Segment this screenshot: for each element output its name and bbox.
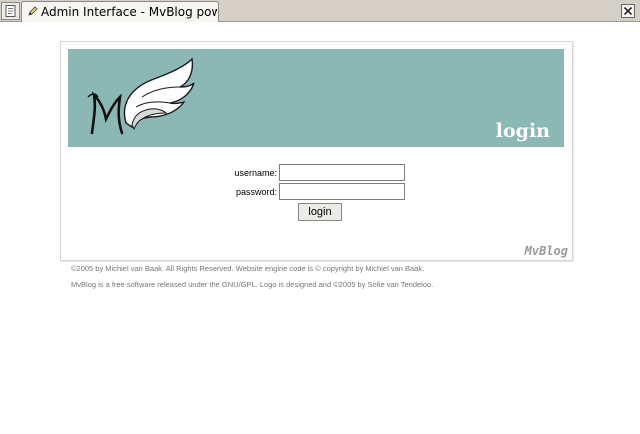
pencil-icon (28, 6, 38, 16)
username-label: username: (234, 168, 277, 178)
username-field[interactable] (279, 164, 405, 181)
login-button[interactable]: login (298, 203, 342, 221)
close-tab-button[interactable] (621, 4, 635, 18)
page-list-icon (5, 5, 16, 17)
mvblog-wing-logo (87, 57, 195, 135)
copyright-text: ©2005 by Michiel van Baak. All Rights Re… (71, 264, 425, 273)
tab-list-button[interactable] (1, 2, 20, 20)
brand-watermark: MvBlog (524, 244, 568, 258)
tab-admin-interface[interactable]: Admin Interface - MvBlog pow... (21, 1, 219, 22)
header-banner: login (68, 49, 564, 147)
page-title: login (495, 120, 550, 142)
close-x-icon (624, 7, 632, 15)
license-text: MvBlog is a free software released under… (71, 280, 434, 289)
password-field[interactable] (279, 183, 405, 200)
tab-bar: Admin Interface - MvBlog pow... (0, 0, 640, 22)
password-label: password: (235, 187, 277, 197)
login-card: login username: password: login MvBlog (60, 41, 573, 261)
tab-title: Admin Interface - MvBlog pow... (41, 5, 217, 19)
